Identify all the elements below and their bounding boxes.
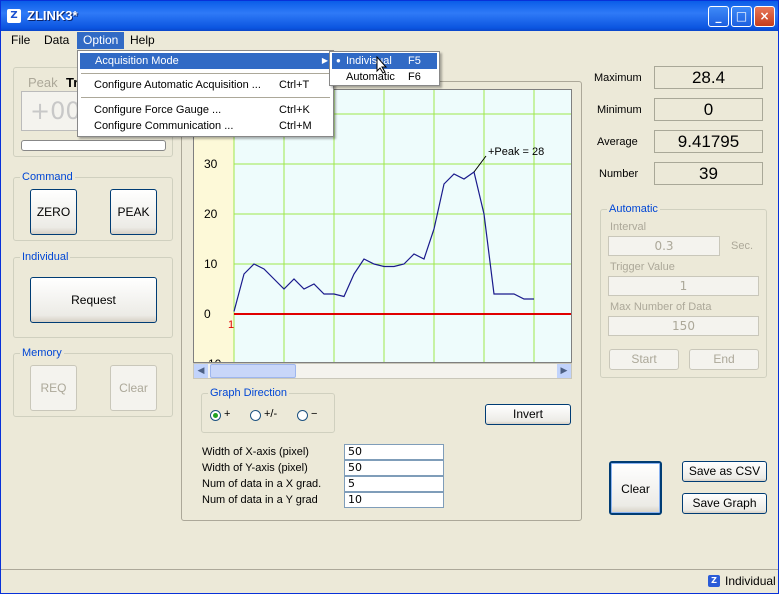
command-title: Command [20,171,75,183]
status-mode-icon: Z [708,575,720,587]
clear-button[interactable]: Clear [609,461,662,515]
memory-clear-button[interactable]: Clear [110,365,157,411]
memory-group: Memory REQ Clear [13,347,173,417]
x-width-input[interactable]: 50 [344,444,444,460]
average-label: Average [597,136,638,148]
graph-direction-title: Graph Direction [208,387,290,399]
peak-button[interactable]: PEAK [110,189,157,235]
individual-group: Individual Request [13,251,173,338]
maximum-label: Maximum [594,72,642,84]
trigger-label: Trigger Value [610,261,675,273]
scroll-thumb[interactable] [210,364,296,378]
selected-bullet-icon: ● [336,56,341,65]
close-button[interactable]: × [754,6,775,27]
scroll-right-icon[interactable]: ▶ [557,364,571,378]
chart-scrollbar[interactable]: ◀ ▶ [193,363,572,379]
peak-annotation: +Peak = 28 [488,146,544,158]
menu-data[interactable]: Data [38,32,75,49]
max-number-field[interactable]: 150 [608,316,759,336]
direction-minus-radio[interactable] [297,410,308,421]
zero-button[interactable]: ZERO [30,189,77,235]
direction-minus-label: − [311,408,318,420]
communication-label: Configure Communication ... [94,120,234,132]
interval-field[interactable]: 0.3 [608,236,720,256]
y-tick-label: 10 [204,257,218,271]
memory-title: Memory [20,347,64,359]
minimize-button[interactable]: _ [708,6,729,27]
x-grad-label: Num of data in a X grad. [202,478,322,490]
number-label: Number [599,168,639,180]
menu-item-auto-acquisition[interactable]: Configure Automatic Acquisition ... Ctrl… [80,77,331,93]
menu-separator [81,97,330,98]
individual-mode-shortcut: F5 [408,55,421,67]
peak-label: Peak [28,75,58,90]
save-csv-button[interactable]: Save as CSV [682,461,767,482]
status-mode: Individual [725,574,776,588]
y-grad-label: Num of data in a Y grad [202,494,318,506]
menu-help[interactable]: Help [124,32,161,49]
y-grad-input[interactable]: 10 [344,492,444,508]
y-tick-label: 20 [204,207,218,221]
end-button[interactable]: End [689,349,759,370]
submenu-arrow-icon: ▶ [321,56,328,65]
auto-acquisition-label: Configure Automatic Acquisition ... [94,79,261,91]
menu-bar: File Data Option Help [1,31,778,50]
title-bar[interactable]: Z ZLINK3* _ □ × [1,1,778,31]
status-bar: Z Individual [1,569,778,593]
peak-display: +000 [21,91,96,131]
interval-label: Interval [610,221,647,233]
y-tick-label: 0 [204,307,211,321]
menu-separator [81,73,330,74]
maximize-button[interactable]: □ [731,6,752,27]
graph-direction-group: Graph Direction + +/- − [201,387,335,433]
average-value: 9.41795 [654,130,763,153]
save-graph-button[interactable]: Save Graph [682,493,767,514]
force-gauge-label: Configure Force Gauge ... [94,104,222,116]
y-width-label: Width of Y-axis (pixel) [202,462,308,474]
interval-sec-label: Sec. [731,240,754,252]
command-group: Command ZERO PEAK [13,171,173,241]
acquisition-mode-label: Acquisition Mode [95,55,179,67]
trigger-field[interactable]: 1 [608,276,759,296]
memory-req-button[interactable]: REQ [30,365,77,411]
minimum-value: 0 [654,98,763,121]
y-tick-label: -10 [204,357,222,362]
automatic-group: Automatic Interval 0.3 Sec. Trigger Valu… [600,203,767,378]
level-bar [21,140,166,151]
direction-plusminus-radio[interactable] [250,410,261,421]
automatic-mode-shortcut: F6 [408,71,421,83]
x-grad-input[interactable]: 5 [344,476,444,492]
direction-plus-label: + [224,408,231,420]
menu-item-acquisition-mode[interactable]: Acquisition Mode ▶ [80,53,331,69]
invert-button[interactable]: Invert [485,404,571,425]
start-button[interactable]: Start [609,349,679,370]
max-number-label: Max Number of Data [610,301,712,313]
menu-item-communication[interactable]: Configure Communication ... Ctrl+M [80,118,331,134]
window-title: ZLINK3* [27,8,78,23]
menu-item-force-gauge[interactable]: Configure Force Gauge ... Ctrl+K [80,102,331,118]
direction-plus-radio[interactable] [210,410,221,421]
number-value: 39 [654,162,763,185]
option-menu: Acquisition Mode ▶ Configure Automatic A… [77,50,334,137]
y-tick-label: 30 [204,157,218,171]
individual-title: Individual [20,251,71,263]
maximum-value: 28.4 [654,66,763,89]
menu-option[interactable]: Option [77,32,125,49]
automatic-title: Automatic [607,203,660,215]
direction-plusminus-label: +/- [264,408,278,420]
x-width-label: Width of X-axis (pixel) [202,446,309,458]
scroll-left-icon[interactable]: ◀ [194,364,208,378]
mouse-cursor-icon [376,56,388,74]
app-icon: Z [7,9,21,23]
main-window: Z ZLINK3* _ □ × File Data Option Help Pe… [0,0,779,594]
force-gauge-shortcut: Ctrl+K [279,104,310,116]
communication-shortcut: Ctrl+M [279,120,312,132]
auto-acquisition-shortcut: Ctrl+T [279,79,310,91]
minimum-label: Minimum [597,104,642,116]
trigger-marker: 1 [228,319,234,331]
menu-file[interactable]: File [5,32,36,49]
y-width-input[interactable]: 50 [344,460,444,476]
request-button[interactable]: Request [30,277,157,323]
